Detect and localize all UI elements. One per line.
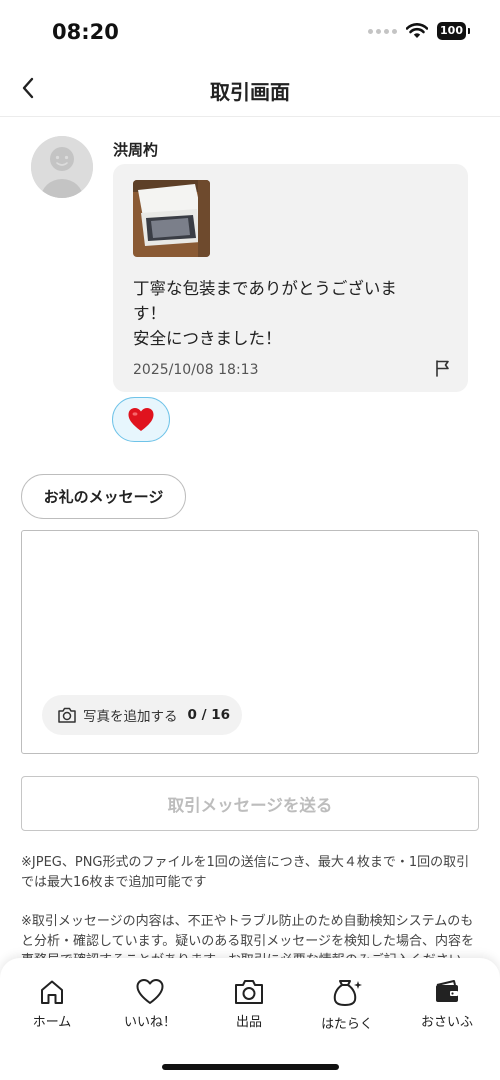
status-time: 08:20: [52, 20, 119, 44]
tab-label: ホーム: [32, 1015, 72, 1030]
signal-dots-icon: [368, 28, 398, 34]
tablet-in-box-photo: [133, 180, 210, 257]
tab-work[interactable]: はたらく: [307, 978, 387, 1032]
status-bar: 08:20 100: [0, 0, 500, 62]
message-date: 2025/10/08 18:13: [133, 362, 259, 378]
camera-icon: [58, 707, 76, 723]
message-photo[interactable]: [133, 180, 210, 257]
photo-count: 0 / 16: [187, 707, 231, 723]
heart-icon: [128, 407, 154, 431]
message-input[interactable]: 写真を追加する 0 / 16: [21, 530, 479, 754]
wifi-icon: [406, 23, 429, 38]
message-text: 丁寧な包装までありがとうございま す！ 安全につきました！: [133, 276, 453, 351]
report-button[interactable]: [432, 357, 454, 379]
tab-bar: ホーム いいね！ 出品 はたらく おさいふ: [0, 958, 500, 1080]
flag-icon: [436, 360, 449, 377]
battery-icon: 100: [437, 22, 470, 40]
send-message-button[interactable]: 取引メッセージを送る: [21, 776, 479, 831]
tab-wallet[interactable]: おさいふ: [407, 978, 487, 1030]
header: 取引画面: [0, 62, 500, 117]
message-line: 丁寧な包装までありがとうございま: [133, 279, 397, 298]
message-line: 安全につきました！: [133, 329, 282, 348]
home-indicator: [162, 1064, 339, 1070]
default-avatar-icon: [31, 136, 93, 198]
wallet-icon: [436, 980, 458, 1002]
add-photo-label: 写真を追加する: [83, 709, 178, 725]
page-title: 取引画面: [210, 80, 290, 104]
thanks-message-chip[interactable]: お礼のメッセージ: [21, 474, 186, 519]
tab-likes[interactable]: いいね！: [110, 978, 190, 1030]
tab-sell[interactable]: 出品: [209, 978, 289, 1030]
message-bubble: 丁寧な包装までありがとうございま す！ 安全につきました！ 2025/10/08…: [113, 164, 468, 392]
message-line: す！: [133, 304, 166, 323]
reaction-button[interactable]: [112, 397, 170, 442]
add-photo-button[interactable]: 写真を追加する 0 / 16: [42, 695, 242, 735]
avatar[interactable]: [31, 136, 93, 198]
upload-note: ※JPEG、PNG形式のファイルを1回の送信につき、最大４枚まで・1回の取引では…: [21, 855, 470, 890]
camera-icon: [235, 980, 263, 1004]
tab-label: いいね！: [123, 1015, 176, 1030]
sender-name: 洪周杓: [113, 141, 159, 159]
tab-home[interactable]: ホーム: [12, 978, 92, 1030]
heart-outline-icon: [136, 979, 164, 1004]
home-icon: [41, 980, 63, 1004]
tab-label: 出品: [235, 1015, 262, 1030]
tab-label: おさいふ: [420, 1015, 473, 1030]
money-bag-icon: [333, 980, 362, 1006]
tab-label: はたらく: [321, 1017, 373, 1032]
status-icons: 100: [368, 22, 470, 40]
